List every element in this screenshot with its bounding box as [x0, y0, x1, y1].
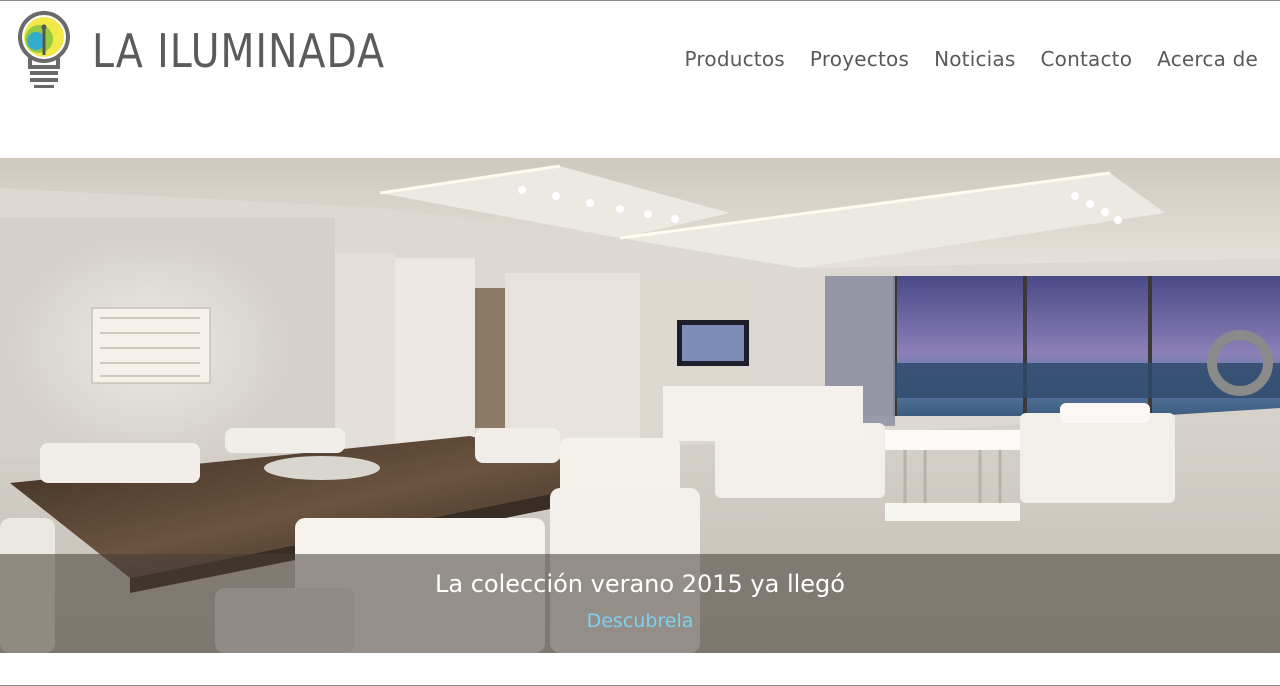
hero-caption-title: La colección verano 2015 ya llegó — [435, 570, 845, 598]
nav-item-contacto[interactable]: Contacto — [1041, 47, 1133, 71]
brand-logo-link[interactable]: LA ILUMINADA — [14, 9, 433, 89]
nav-item-acerca-de[interactable]: Acerca de — [1157, 47, 1258, 71]
main-nav: Productos Proyectos Noticias Contacto Ac… — [685, 47, 1259, 71]
nav-item-productos[interactable]: Productos — [685, 47, 785, 71]
lightbulb-icon — [18, 11, 70, 88]
hero-caption: La colección verano 2015 ya llegó Descub… — [0, 554, 1280, 653]
site-header: LA ILUMINADA Productos Proyectos Noticia… — [0, 1, 1280, 158]
nav-item-proyectos[interactable]: Proyectos — [810, 47, 909, 71]
hero-banner: La colección verano 2015 ya llegó Descub… — [0, 158, 1280, 653]
brand-name: LA ILUMINADA — [92, 24, 385, 78]
discover-link[interactable]: Descubrela — [0, 610, 1280, 632]
nav-item-noticias[interactable]: Noticias — [934, 47, 1015, 71]
